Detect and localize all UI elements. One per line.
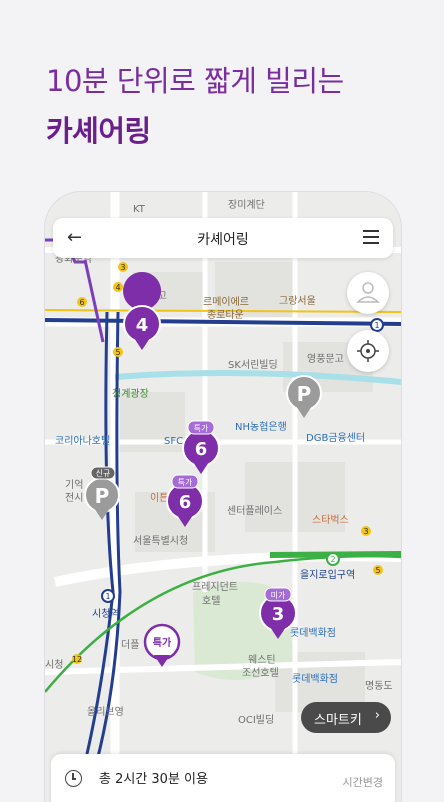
driver-profile-button[interactable] [347,272,389,314]
smart-key-label: 스마트키 [314,713,362,728]
svg-text:특가: 특가 [194,424,209,433]
place-label: 장미계단 [228,199,265,211]
headline-line1: 10분 단위로 짧게 빌리는 [46,64,344,98]
svg-text:1: 1 [374,321,379,330]
svg-text:6: 6 [195,439,208,460]
svg-text:6: 6 [179,492,192,513]
place-label: SK서린빌딩 [228,359,278,371]
svg-text:4: 4 [136,315,149,336]
place-label: 웨스틴 [248,654,276,666]
place-label: DGB금융센터 [306,432,365,444]
svg-text:1: 1 [105,592,110,601]
top-bar: ← 카셰어링 [53,218,393,258]
usage-time: 총 2시간 30분 이용 [99,772,208,787]
svg-text:P: P [95,484,110,508]
svg-text:3: 3 [120,263,125,272]
place-label: 더플 [121,639,139,651]
place-label: 명동도 [365,680,393,692]
svg-text:특가: 특가 [178,478,193,487]
place-label: 이튼 [150,492,168,504]
svg-text:5: 5 [115,348,120,357]
place-label: 스타벅스 [312,514,349,526]
driver-icon [356,282,380,303]
locate-me-button[interactable] [347,330,389,372]
smart-key-button[interactable]: 스마트키 › [301,702,391,733]
place-label: 종로타운 [207,309,244,321]
place-label: 조선호텔 [242,667,279,679]
place-label: 시청역 [92,608,120,620]
screen-title: 카셰어링 [197,232,249,248]
place-label: 청계광장 [112,388,149,400]
svg-text:미가: 미가 [271,591,286,600]
place-label: 을지로입구역 [300,568,355,581]
place-label: 호텔 [202,595,220,607]
svg-text:3: 3 [272,604,285,625]
svg-text:6: 6 [79,298,84,307]
clock-icon [65,770,82,787]
headline: 10분 단위로 짧게 빌리는 카셰어링 [46,58,344,150]
place-label: 롯데백화점 [292,673,338,685]
place-label: 시청 [45,659,63,671]
place-label: 르메이에르 [203,296,249,308]
place-label: OCI빌딩 [238,714,274,726]
place-label: NH농협은행 [235,420,287,433]
place-label: 전시 [65,492,83,504]
place-label: 코리아나호텔 [55,435,110,447]
place-label: 센터플레이스 [227,505,282,517]
svg-text:P: P [297,382,312,406]
place-label: KT [133,204,146,215]
svg-text:신규: 신규 [96,469,111,478]
phone-frame: 장미계단 KT 광화문역 교보문고 르메이에르 종로타운 그랑서울 SK서린빌딩… [45,192,401,802]
svg-text:3: 3 [363,527,368,536]
svg-text:5: 5 [375,566,380,575]
place-label: 기억 [65,479,83,491]
svg-text:12: 12 [72,655,82,664]
place-label: 서울특별시청 [133,535,188,547]
place-label: 영풍문고 [307,353,344,365]
chevron-right-icon: › [374,708,380,723]
usage-panel: 총 2시간 30분 이용 시간변경 [51,754,395,802]
svg-text:4: 4 [115,283,120,292]
place-label: 올리브영 [87,706,124,718]
place-label: SFC [164,436,183,447]
place-label: 프레지던트 [192,581,238,593]
headline-line2: 카셰어링 [46,114,151,148]
place-label: 롯데백화점 [290,627,336,639]
svg-text:2: 2 [330,555,335,564]
place-label: 그랑서울 [279,295,316,307]
crosshair-icon [357,340,379,362]
svg-text:특가: 특가 [153,636,172,649]
menu-icon[interactable] [363,230,379,244]
